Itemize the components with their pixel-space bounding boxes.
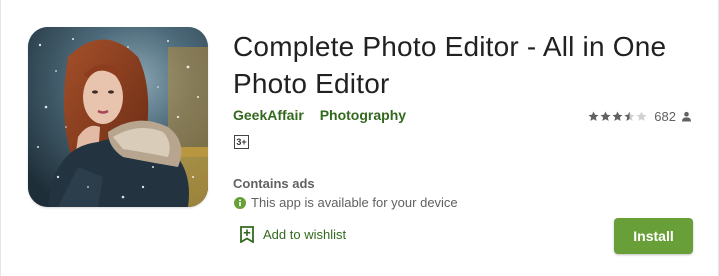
add-to-wishlist-button[interactable]: Add to wishlist xyxy=(240,226,346,243)
wishlist-label: Add to wishlist xyxy=(263,227,347,242)
person-icon xyxy=(681,111,692,122)
content-rating-badge: 3+ xyxy=(234,135,249,149)
star-icon xyxy=(636,111,647,121)
bookmark-add-icon xyxy=(240,226,254,243)
contains-ads-label: Contains ads xyxy=(233,176,315,191)
star-icon xyxy=(624,111,635,121)
app-icon xyxy=(28,27,208,207)
install-button[interactable]: Install xyxy=(614,218,693,254)
star-icon xyxy=(600,111,611,121)
availability-note: This app is available for your device xyxy=(234,195,458,210)
rating-summary: 682 xyxy=(588,107,692,125)
availability-text: This app is available for your device xyxy=(251,195,458,210)
star-icon xyxy=(588,111,599,121)
app-icon-portrait-image xyxy=(28,27,208,207)
info-icon xyxy=(234,196,246,209)
app-details-card: Complete Photo Editor - All in One Photo… xyxy=(0,0,719,276)
star-rating xyxy=(588,111,648,122)
app-title: Complete Photo Editor - All in One Photo… xyxy=(233,31,667,99)
developer-link[interactable]: GeekAffair xyxy=(233,107,304,123)
star-icon xyxy=(612,111,623,121)
category-link[interactable]: Photography xyxy=(320,107,406,123)
rating-count: 682 xyxy=(654,108,676,124)
app-meta-links: GeekAffair Photography xyxy=(233,107,418,125)
